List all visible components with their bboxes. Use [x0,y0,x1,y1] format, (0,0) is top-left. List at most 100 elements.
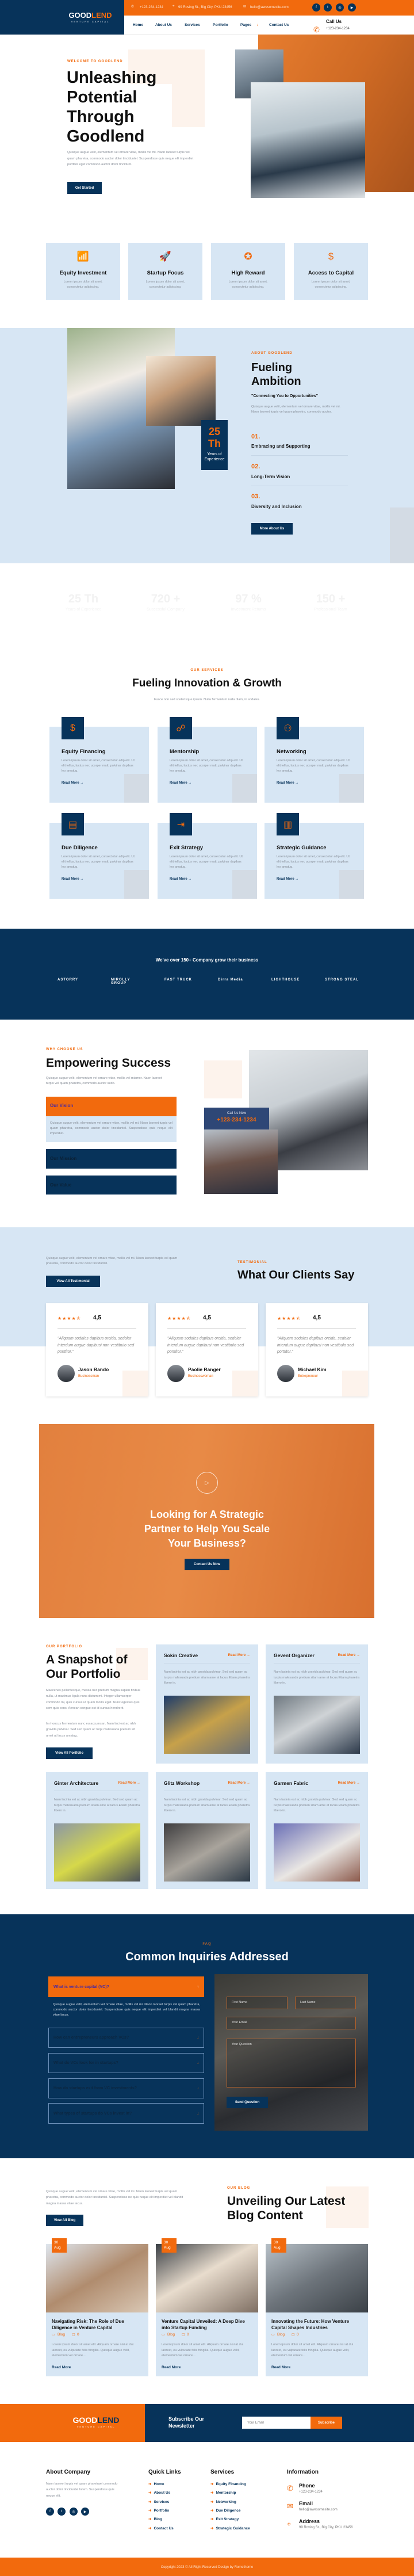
mentorship-icon: ☍ [170,717,192,739]
date-day: 30 [164,2241,168,2245]
blog-category[interactable]: Blog [277,2333,285,2337]
faq-item-3[interactable]: What do VCs look for in startups? ↓ [48,2053,204,2073]
question-textarea[interactable]: Your Question [227,2039,356,2087]
footer-link[interactable]: ➜ Contact Us [148,2526,174,2531]
footer-link-label: Portfolio [154,2508,170,2513]
nav-pages[interactable]: Pages [240,23,251,27]
footer-link[interactable]: ➜ Portfolio [148,2508,169,2513]
faq-item-4[interactable]: How do startups exit from VC investments… [48,2078,204,2098]
faq-item-5[interactable]: What types of startups do VCs invest in?… [48,2103,204,2124]
contact-us-now-button[interactable]: Contact Us Now [185,1559,229,1570]
read-more-link[interactable]: Read More → [62,877,83,881]
logo-good: GOOD [72,2415,98,2425]
blog-read-more[interactable]: Read More [271,2365,290,2369]
feature-title: High Reward [231,270,265,276]
subscribe-button[interactable]: Subscribe [310,2417,342,2429]
tab-our-mission[interactable]: Our Mission [46,1149,177,1169]
view-all-portfolio-button[interactable]: View All Portfolio [46,1747,93,1759]
get-started-button[interactable]: Get Started [67,182,102,194]
footer-services-title: Services [210,2469,235,2475]
portfolio-text-2: In rhoncus fermentum nunc eu accumsan. N… [46,1722,136,1738]
footer-link[interactable]: ➜ About Us [148,2490,170,2495]
blog-title-line: Unveiling Our Latest [227,2195,346,2208]
blog-title[interactable]: Innovating the Future: How Venture Capit… [271,2318,363,2331]
call-now-number[interactable]: +123-234-1234 [204,1117,269,1123]
read-more-link[interactable]: Read More → [277,781,298,785]
nav-services[interactable]: Services [185,23,200,27]
handshake-people-icon: ⚇ [277,717,299,739]
footer-link[interactable]: ➜ Home [148,2482,164,2486]
play-icon[interactable]: ▷ [196,1472,218,1494]
youtube-icon[interactable]: ▶ [348,3,356,12]
client-logo: LIGHTHOUSE [271,978,300,982]
footer-link[interactable]: ➜ Equity Financing [210,2482,246,2486]
facebook-icon[interactable]: f [312,3,320,12]
send-question-button[interactable]: Send Question [227,2097,268,2108]
tab-our-vision[interactable]: Our Vision [46,1097,177,1116]
youtube-icon[interactable]: ▶ [81,2508,89,2516]
chevron-down-icon[interactable]: ↓ [256,23,258,27]
nav-portfolio[interactable]: Portfolio [213,23,228,27]
twitter-icon[interactable]: t [324,3,332,12]
service-text: Lorem ipsum dolor sit amet, consectetur … [277,759,350,773]
logo[interactable]: GOODLEND VENTURE CAPITAL [67,12,114,23]
cta-title-line: Your Business? [168,1537,246,1549]
tab-our-vision-content: Quisque augue velit, elementum vel ornar… [46,1116,177,1142]
tab-our-value[interactable]: Our Value [46,1176,177,1194]
faq-item-2[interactable]: How can entrepreneurs approach VCs? ↓ [48,2028,204,2048]
instagram-icon[interactable]: ◎ [336,3,344,12]
point-title: Embracing and Supporting [251,444,310,449]
arrow-right-icon: ➜ [148,2517,152,2522]
twitter-icon[interactable]: t [57,2508,66,2516]
nav-about[interactable]: About Us [155,23,172,27]
blog-read-more[interactable]: Read More [52,2365,71,2369]
client-name: Jason Rando [78,1367,109,1372]
nav-contact[interactable]: Contact Us [269,23,289,27]
view-all-testimonial-button[interactable]: View All Testimonial [46,1276,100,1287]
footer-logo[interactable]: GOODLEND VENTURE CAPITAL [70,2416,122,2428]
portfolio-read-more[interactable]: Read More → [338,1781,360,1785]
blog-read-more[interactable]: Read More [162,2365,181,2369]
blog-title[interactable]: Venture Capital Unveiled: A Deep Dive in… [162,2318,254,2331]
footer-link[interactable]: ➜ Services [148,2499,169,2504]
nav-home[interactable]: Home [133,23,143,27]
stat-label: Successful Company [147,608,185,612]
blog-category[interactable]: Blog [57,2333,65,2337]
folder-icon: ▭ [52,2333,55,2337]
last-name-input[interactable]: Last Name [295,1997,356,2009]
client-logo: MIROLLY GROUP [111,978,131,985]
bar-chart-icon: 📶 [76,251,90,262]
date-badge: 30 Aug [162,2238,177,2253]
footer-link[interactable]: ➜ Strategic Guidance [210,2526,250,2531]
more-about-button[interactable]: More About Us [251,523,293,535]
portfolio-read-more[interactable]: Read More → [228,1654,250,1657]
footer-link[interactable]: ➜ Blog [148,2517,162,2521]
footer-link[interactable]: ➜ Exit Strategy [210,2517,239,2521]
first-name-input[interactable]: First Name [227,1997,288,2009]
portfolio-read-more[interactable]: Read More → [228,1781,250,1785]
blog-category[interactable]: Blog [167,2333,175,2337]
email-input[interactable]: Your Email [227,2017,356,2029]
read-more-link[interactable]: Read More → [170,877,191,881]
portfolio-title: Ginter Architecture [54,1780,99,1786]
instagram-icon[interactable]: ◎ [70,2508,78,2516]
service-title: Strategic Guidance [277,845,327,851]
footer-link[interactable]: ➜ Mentorship [210,2490,236,2495]
call-number[interactable]: +123-234-1234 [326,27,350,30]
client-name: Michael Kim [298,1367,327,1372]
view-all-blog-button[interactable]: View All Blog [46,2215,83,2226]
facebook-icon[interactable]: f [46,2508,54,2516]
read-more-link[interactable]: Read More → [62,781,83,785]
blog-title[interactable]: Navigating Risk: The Role of Due Diligen… [52,2318,144,2331]
read-more-link[interactable]: Read More → [170,781,191,785]
footer-link[interactable]: ➜ Networking [210,2499,236,2504]
why-team-image [204,1129,278,1194]
portfolio-read-more[interactable]: Read More → [338,1654,360,1657]
newsletter-email-input[interactable] [242,2417,310,2429]
footer-link[interactable]: ➜ Due Diligence [210,2508,240,2513]
testimonial-title: What Our Clients Say [237,1269,355,1281]
portfolio-read-more[interactable]: Read More → [118,1781,140,1785]
faq-item-1[interactable]: What is venture capital (VC)? ↑ [48,1976,204,1997]
clients-band [0,929,414,1020]
read-more-link[interactable]: Read More → [277,877,298,881]
